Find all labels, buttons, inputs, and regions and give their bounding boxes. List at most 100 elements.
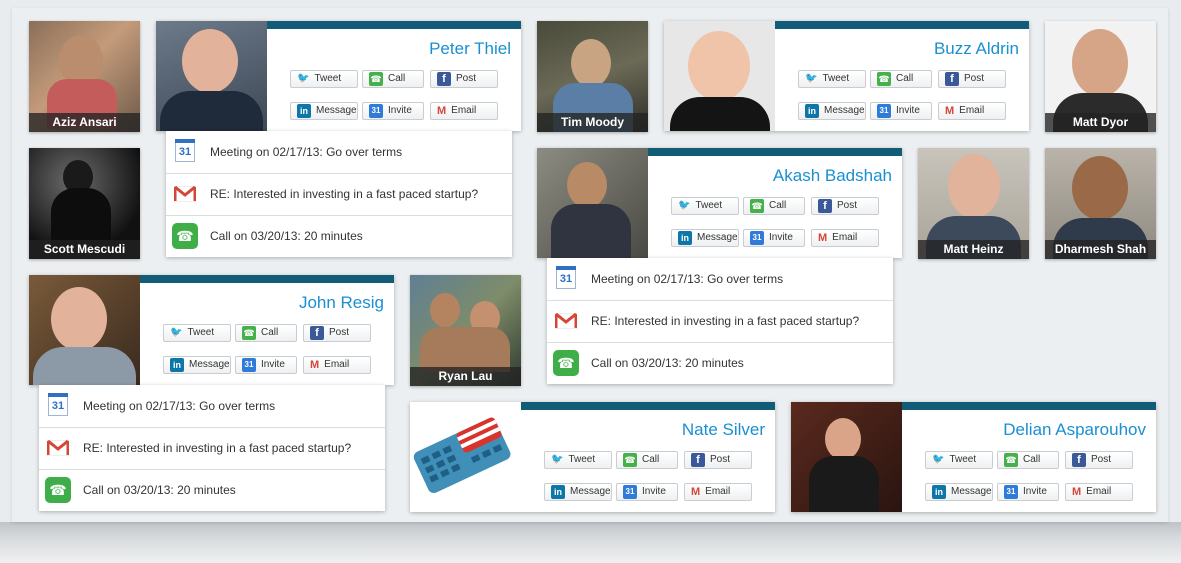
tweet-label: Tweet	[187, 327, 215, 338]
facebook-icon: f	[310, 326, 324, 340]
email-button[interactable]: M Email	[684, 483, 752, 501]
invite-button[interactable]: 31 Invite	[743, 229, 805, 247]
post-label: Post	[710, 454, 731, 465]
message-button[interactable]: in Message	[290, 102, 358, 120]
contact-name: John Resig	[298, 293, 384, 312]
email-button[interactable]: M Email	[938, 102, 1006, 120]
post-button[interactable]: f Post	[684, 451, 752, 469]
meeting-item[interactable]: 31 Meeting on 02/17/13: Go over terms	[166, 131, 512, 174]
phone-icon: ☎	[369, 72, 383, 86]
call-label: Call	[388, 73, 406, 84]
contact-tile-aziz-ansari[interactable]: Aziz Ansari	[29, 21, 140, 132]
action-buttons: 🐦 Tweet ☎ Call f Post in Message 31 Invite M Email	[925, 451, 1137, 501]
contact-card-nate-silver: Nate Silver 🐦 Tweet ☎ Call f Post in Message 31 I…	[410, 402, 775, 512]
linkedin-icon: in	[551, 485, 565, 499]
email-button[interactable]: M Email	[303, 356, 371, 374]
facebook-icon: f	[945, 72, 959, 86]
message-button[interactable]: in Message	[925, 483, 993, 501]
accent-bar	[140, 275, 394, 283]
twitter-bird-icon: 🐦	[170, 327, 183, 338]
invite-button[interactable]: 31 Invite	[616, 483, 678, 501]
invite-button[interactable]: 31 Invite	[997, 483, 1059, 501]
phone-icon: ☎	[1004, 453, 1018, 467]
post-button[interactable]: f Post	[303, 324, 371, 342]
call-item[interactable]: ☎ Call on 03/20/13: 20 minutes	[547, 342, 893, 384]
invite-button[interactable]: 31 Invite	[235, 356, 297, 374]
post-button[interactable]: f Post	[430, 70, 498, 88]
email-label: Email	[1086, 486, 1112, 497]
gmail-icon	[45, 440, 71, 456]
phone-icon: ☎	[750, 199, 764, 213]
tweet-label: Tweet	[949, 454, 977, 465]
contact-name: Buzz Aldrin	[933, 39, 1019, 58]
message-label: Message	[697, 232, 738, 243]
call-button[interactable]: ☎ Call	[743, 197, 805, 215]
gmail-icon	[172, 186, 198, 202]
post-button[interactable]: f Post	[811, 197, 879, 215]
contact-name: Aziz Ansari	[29, 113, 140, 132]
email-item[interactable]: RE: Interested in investing in a fast pa…	[166, 173, 512, 216]
tweet-button[interactable]: 🐦 Tweet	[798, 70, 866, 88]
twitter-bird-icon: 🐦	[805, 73, 818, 84]
contact-name: Dharmesh Shah	[1045, 240, 1156, 259]
call-item[interactable]: ☎ Call on 03/20/13: 20 minutes	[39, 469, 385, 511]
contact-tile-dharmesh-shah[interactable]: Dharmesh Shah	[1045, 148, 1156, 259]
contact-tile-matt-heinz[interactable]: Matt Heinz	[918, 148, 1029, 259]
contact-tile-ryan-lau[interactable]: Ryan Lau	[410, 275, 521, 386]
call-button[interactable]: ☎ Call	[997, 451, 1059, 469]
message-button[interactable]: in Message	[544, 483, 612, 501]
message-button[interactable]: in Message	[798, 102, 866, 120]
message-button[interactable]: in Message	[671, 229, 739, 247]
invite-label: Invite	[261, 359, 285, 370]
invite-button[interactable]: 31 Invite	[362, 102, 424, 120]
email-button[interactable]: M Email	[811, 229, 879, 247]
call-button[interactable]: ☎ Call	[362, 70, 424, 88]
contact-card-john-resig: John Resig 🐦 Tweet ☎ Call f Post in Message 31 In…	[29, 275, 394, 385]
contact-tile-matt-dyor[interactable]: Matt Dyor	[1045, 21, 1156, 132]
activity-panel-akash-badshah: 31 Meeting on 02/17/13: Go over terms RE: …	[547, 258, 893, 384]
tweet-button[interactable]: 🐦 Tweet	[290, 70, 358, 88]
photo	[571, 39, 611, 87]
contact-tile-tim-moody[interactable]: Tim Moody	[537, 21, 648, 132]
avatar	[156, 21, 267, 131]
tweet-button[interactable]: 🐦 Tweet	[544, 451, 612, 469]
email-button[interactable]: M Email	[1065, 483, 1133, 501]
meeting-item[interactable]: 31 Meeting on 02/17/13: Go over terms	[547, 258, 893, 301]
post-button[interactable]: f Post	[1065, 451, 1133, 469]
calendar-icon: 31	[242, 358, 256, 372]
contact-card-akash-badshah: Akash Badshah 🐦 Tweet ☎ Call f Post in Message 3…	[537, 148, 902, 258]
phone-icon: ☎	[553, 350, 579, 376]
call-button[interactable]: ☎ Call	[870, 70, 932, 88]
calendar-icon: 31	[45, 393, 71, 416]
linkedin-icon: in	[805, 104, 819, 118]
contact-tile-scott-mescudi[interactable]: Scott Mescudi	[29, 148, 140, 259]
tweet-button[interactable]: 🐦 Tweet	[925, 451, 993, 469]
call-button[interactable]: ☎ Call	[616, 451, 678, 469]
email-item[interactable]: RE: Interested in investing in a fast pa…	[39, 427, 385, 470]
call-item[interactable]: ☎ Call on 03/20/13: 20 minutes	[166, 215, 512, 257]
email-button[interactable]: M Email	[430, 102, 498, 120]
activity-panel-peter-thiel: 31 Meeting on 02/17/13: Go over terms RE: …	[166, 131, 512, 257]
message-button[interactable]: in Message	[163, 356, 231, 374]
calendar-icon: 31	[1004, 485, 1018, 499]
post-button[interactable]: f Post	[938, 70, 1006, 88]
call-button[interactable]: ☎ Call	[235, 324, 297, 342]
activity-panel-john-resig: 31 Meeting on 02/17/13: Go over terms RE: …	[39, 385, 385, 511]
tweet-button[interactable]: 🐦 Tweet	[163, 324, 231, 342]
email-item[interactable]: RE: Interested in investing in a fast pa…	[547, 300, 893, 343]
accent-bar	[521, 402, 775, 410]
linkedin-icon: in	[932, 485, 946, 499]
meeting-item[interactable]: 31 Meeting on 02/17/13: Go over terms	[39, 385, 385, 428]
phone-icon: ☎	[623, 453, 637, 467]
accent-bar	[775, 21, 1029, 29]
email-item-text: RE: Interested in investing in a fast pa…	[83, 441, 352, 455]
action-buttons: 🐦 Tweet ☎ Call f Post in Message 31 Invite M Email	[544, 451, 756, 501]
twitter-bird-icon: 🐦	[932, 454, 945, 465]
tweet-label: Tweet	[822, 73, 850, 84]
facebook-icon: f	[818, 199, 832, 213]
post-label: Post	[329, 327, 350, 338]
invite-button[interactable]: 31 Invite	[870, 102, 932, 120]
tweet-button[interactable]: 🐦 Tweet	[671, 197, 739, 215]
meeting-item-text: Meeting on 02/17/13: Go over terms	[210, 145, 403, 159]
contact-card-delian-asparouhov: Delian Asparouhov 🐦 Tweet ☎ Call f Post in Mess…	[791, 402, 1156, 512]
